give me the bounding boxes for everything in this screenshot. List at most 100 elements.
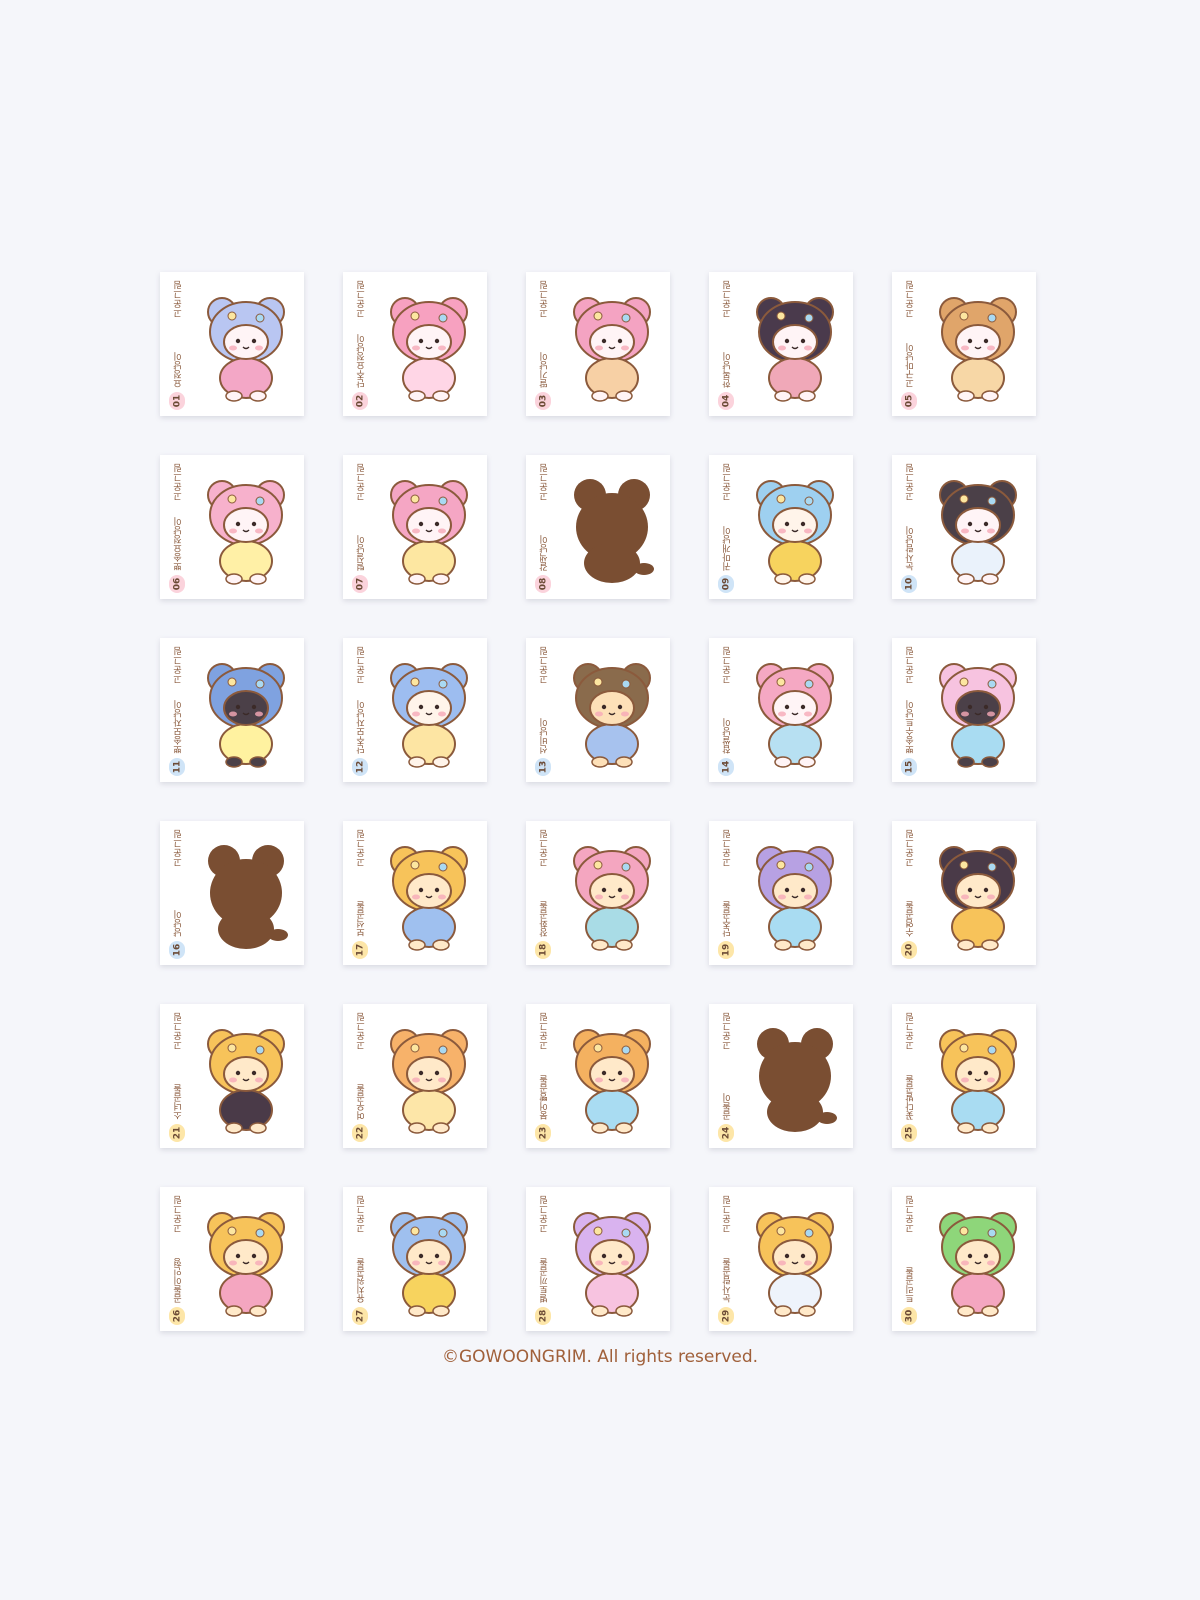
sticker-number-badge: 25 <box>901 1124 917 1142</box>
sticker-card[interactable]: 고운그림 눈사람곰돌 29 <box>709 1187 853 1331</box>
sticker-number: 21 <box>172 1126 182 1140</box>
copyright-footer: ©GOWOONGRIM. All rights reserved. <box>441 1347 759 1367</box>
sticker-name: 곰돌이 <box>723 1093 733 1120</box>
sticker-card[interactable]: 고운그림 뽀송모자냥이 11 <box>160 638 304 782</box>
sticker-card[interactable]: 고운그림 털실냥이 07 <box>343 455 487 599</box>
sticker-number: 04 <box>721 394 731 408</box>
sticker-number-badge: 21 <box>169 1124 185 1142</box>
sticker-name: 갈색냥이 <box>540 535 550 571</box>
character-illustration <box>743 469 847 589</box>
sticker-number: 13 <box>538 760 548 774</box>
sticker-name: 찹쌀냥이 <box>723 718 733 754</box>
sticker-number-badge: 29 <box>718 1307 734 1325</box>
sticker-card[interactable]: 고운그림 단추곰돌 19 <box>709 821 853 965</box>
sticker-number-badge: 26 <box>169 1307 185 1325</box>
sticker-name: 소녀곰돌 <box>174 1084 184 1120</box>
sticker-card[interactable]: 고운그림 한복냥이 04 <box>709 272 853 416</box>
sticker-card[interactable]: 고운그림 곰돌이 24 <box>709 1004 853 1148</box>
sticker-name: 보석곰돌 <box>357 901 367 937</box>
sticker-name: 털실냥이 <box>357 535 367 571</box>
sticker-brand: 고운그림 <box>357 280 367 318</box>
sticker-number-badge: 04 <box>718 392 734 410</box>
sticker-brand: 고운그림 <box>723 463 733 501</box>
sticker-card[interactable]: 고운그림 보석곰돌 17 <box>343 821 487 965</box>
sticker-card[interactable]: 고운그림 요정냥이 01 <box>160 272 304 416</box>
sticker-card[interactable]: 고운그림 트리곰돌 30 <box>892 1187 1036 1331</box>
sticker-number: 29 <box>721 1309 731 1323</box>
sticker-brand: 고운그림 <box>357 829 367 867</box>
sticker-name: 고구마냥이 <box>906 343 916 388</box>
sticker-number-badge: 14 <box>718 758 734 776</box>
sticker-card[interactable]: 고운그림고구마냥이 05 <box>892 272 1036 416</box>
sticker-card[interactable]: 고운그림 선비냥이 13 <box>526 638 670 782</box>
sticker-number: 25 <box>904 1126 914 1140</box>
sticker-brand: 고운그림 <box>906 646 916 684</box>
sticker-brand: 고운그림 <box>540 1012 550 1050</box>
sticker-card[interactable]: 고운그림 수염곰돌 20 <box>892 821 1036 965</box>
sticker-number: 27 <box>355 1309 365 1323</box>
sticker-card[interactable]: 고운그림 붕어빵곰돌 23 <box>526 1004 670 1148</box>
sticker-card[interactable]: 고운그림 눈사람냥이 10 <box>892 455 1036 599</box>
sticker-brand: 고운그림 <box>540 463 550 501</box>
sticker-name: 뽀송모자냥이 <box>174 700 184 754</box>
silhouette-illustration <box>194 835 298 955</box>
sticker-brand: 고운그림 <box>723 280 733 318</box>
sticker-brand: 고운그림 <box>174 280 184 318</box>
character-illustration <box>377 1018 481 1138</box>
character-illustration <box>377 835 481 955</box>
sticker-brand: 고운그림 <box>723 646 733 684</box>
sticker-number: 23 <box>538 1126 548 1140</box>
sticker-card[interactable]: 고운그림 딸기냥이 03 <box>526 272 670 416</box>
sticker-number-badge: 19 <box>718 941 734 959</box>
sticker-number-badge: 13 <box>535 758 551 776</box>
sticker-card[interactable]: 고운그림 여우곰돌 22 <box>343 1004 487 1148</box>
sticker-number-badge: 05 <box>901 392 917 410</box>
sticker-card[interactable]: 고운그림 귀마개냥이 09 <box>709 455 853 599</box>
sticker-number: 15 <box>904 760 914 774</box>
sticker-name: 수염곰돌 <box>906 901 916 937</box>
sticker-brand: 고운그림 <box>906 463 916 501</box>
sticker-number-badge: 20 <box>901 941 917 959</box>
sticker-number-badge: 10 <box>901 575 917 593</box>
sticker-number: 16 <box>172 943 182 957</box>
sticker-card[interactable]: 고운그림 소녀곰돌 21 <box>160 1004 304 1148</box>
sticker-number: 18 <box>538 943 548 957</box>
sticker-card[interactable]: 고운그림 갈색냥이 08 <box>526 455 670 599</box>
sticker-number-badge: 07 <box>352 575 368 593</box>
sticker-brand: 고운그림 <box>906 1195 916 1233</box>
sticker-card[interactable]: 고운그림 장화곰돌 18 <box>526 821 670 965</box>
sticker-brand: 고운그림 <box>906 280 916 318</box>
sticker-card[interactable]: 고운그림 단추모자냥이 12 <box>343 638 487 782</box>
sticker-card[interactable]: 고운그림찹쌀냥이 14 <box>709 638 853 782</box>
sticker-name: 곰돌이인형 <box>174 1258 184 1303</box>
character-illustration <box>926 835 1030 955</box>
sticker-number: 10 <box>904 577 914 591</box>
sticker-brand: 고운그림 <box>540 646 550 684</box>
sticker-number-badge: 16 <box>169 941 185 959</box>
sticker-card[interactable]: 고운그림 뽀송수트냥이 15 <box>892 638 1036 782</box>
sticker-number-badge: 30 <box>901 1307 917 1325</box>
character-illustration <box>743 286 847 406</box>
sticker-card[interactable]: 고운그림 단추요정냥이 02 <box>343 272 487 416</box>
character-illustration <box>194 1018 298 1138</box>
sticker-number-badge: 01 <box>169 392 185 410</box>
sticker-card[interactable]: 고운그림 유치원곰돌 27 <box>343 1187 487 1331</box>
character-illustration <box>743 652 847 772</box>
character-illustration <box>926 1018 1030 1138</box>
sticker-card[interactable]: 고운그림 냥냥이 16 <box>160 821 304 965</box>
sticker-brand: 고운그림 <box>723 1195 733 1233</box>
character-illustration <box>377 469 481 589</box>
sticker-card[interactable]: 고운그림 별토끼곰돌 28 <box>526 1187 670 1331</box>
character-illustration <box>560 835 664 955</box>
sticker-brand: 고운그림 <box>540 829 550 867</box>
sticker-number: 01 <box>172 394 182 408</box>
sticker-card[interactable]: 고운그림 꽃다발곰돌 25 <box>892 1004 1036 1148</box>
sticker-number: 28 <box>538 1309 548 1323</box>
character-illustration <box>377 652 481 772</box>
sticker-number-badge: 03 <box>535 392 551 410</box>
sticker-number: 26 <box>172 1309 182 1323</box>
sticker-card[interactable]: 고운그림 곰돌이인형 26 <box>160 1187 304 1331</box>
sticker-card[interactable]: 고운그림 뽀송요정냥이 06 <box>160 455 304 599</box>
character-illustration <box>926 469 1030 589</box>
sticker-name: 유치원곰돌 <box>357 1258 367 1303</box>
